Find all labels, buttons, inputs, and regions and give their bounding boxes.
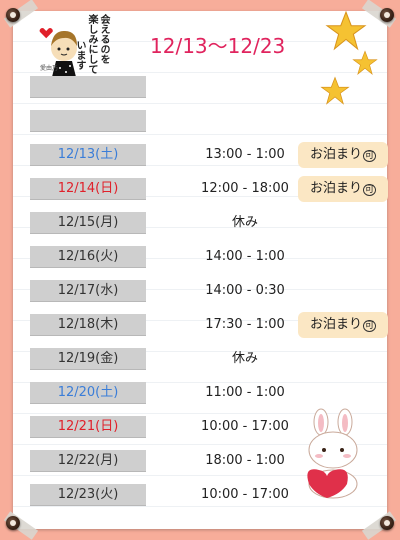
overnight-badge: お泊まり可 [298,176,388,202]
date-cell: 12/15(月) [30,212,146,234]
time-cell: 14:00 - 1:00 [205,249,285,264]
time-cell: 休み [231,215,258,230]
overnight-mark: 可 [363,320,377,332]
date-cell: 12/22(月) [30,450,146,472]
overnight-label: お泊まり [309,317,362,332]
overnight-label: お泊まり [309,181,362,196]
date-cell: 12/19(金) [30,348,146,370]
schedule-row: 12/19(金) 休み [30,348,385,370]
schedule-row: 12/15(月) 休み [30,212,385,234]
note-line-1: 会えるのを [98,14,109,64]
date-cell [30,76,146,98]
overnight-label: お泊まり [309,147,362,162]
pushpin-icon [6,8,20,22]
star-icon [325,10,367,51]
page-title: 12/13〜12/23 [150,34,286,58]
date-cell: 12/18(木) [30,314,146,336]
note-line-2: 楽しみにして [86,14,97,74]
time-cell: 17:30 - 1:00 [205,317,285,332]
schedule-row [30,76,385,98]
overnight-badge: お泊まり可 [298,142,388,168]
date-cell: 12/21(日) [30,416,146,438]
schedule-row: 12/16(火) 14:00 - 1:00 [30,246,385,268]
date-cell: 12/16(火) [30,246,146,268]
date-cell: 12/23(火) [30,484,146,506]
pushpin-icon [6,516,20,530]
signature: 愛由乃 [40,65,59,72]
time-cell: 休み [231,351,258,366]
time-cell: 11:00 - 1:00 [205,385,285,400]
date-cell: 12/14(日) [30,178,146,200]
star-icon [352,50,378,75]
schedule-row: 12/14(日) 12:00 - 18:00 お泊まり可 [30,176,388,202]
schedule-row [30,110,385,132]
schedule-row: 12/20(土) 11:00 - 1:00 [30,382,385,404]
date-cell: 12/20(土) [30,382,146,404]
time-cell: 14:00 - 0:30 [205,283,285,298]
pushpin-icon [380,8,394,22]
date-cell: 12/13(土) [30,144,146,166]
note-line-3: います [74,40,85,70]
schedule-row: 12/18(木) 17:30 - 1:00 お泊まり可 [30,312,388,338]
overnight-mark: 可 [363,184,377,196]
schedule-row: 12/17(水) 14:00 - 0:30 [30,280,385,302]
time-cell: 13:00 - 1:00 [205,147,285,162]
schedule-row: 12/13(土) 13:00 - 1:00 お泊まり可 [30,142,388,168]
date-cell: 12/17(水) [30,280,146,302]
time-cell: 12:00 - 18:00 [201,181,289,196]
bunny-heart-illustration [307,408,358,499]
time-cell: 10:00 - 17:00 [201,487,289,502]
time-cell: 18:00 - 1:00 [205,453,285,468]
overnight-badge: お泊まり可 [298,312,388,338]
pushpin-icon [380,516,394,530]
time-cell: 10:00 - 17:00 [201,419,289,434]
overnight-mark: 可 [363,150,377,162]
date-cell [30,110,146,132]
